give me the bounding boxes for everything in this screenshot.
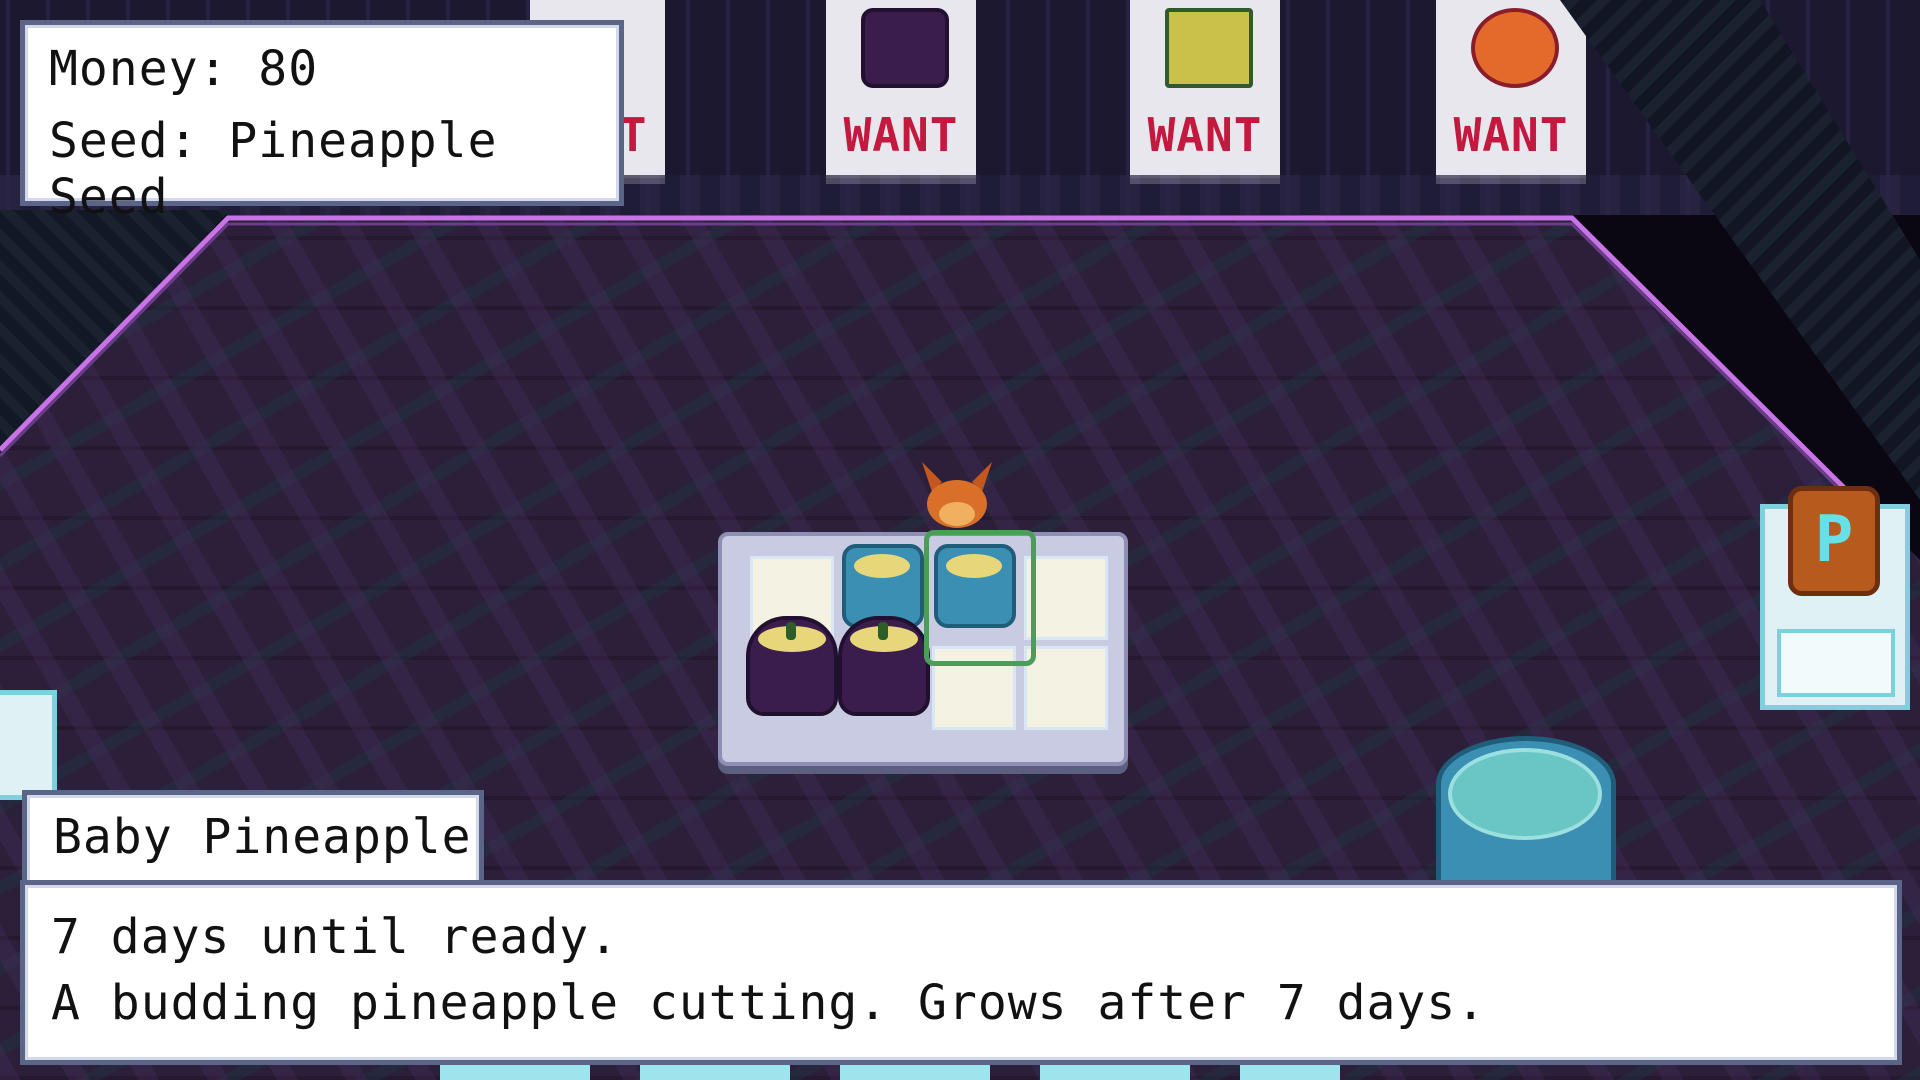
speaker-name: Baby Pineapple xyxy=(53,809,472,865)
dialog-box[interactable]: 7 days until ready. A budding pineapple … xyxy=(20,880,1902,1065)
stats-panel: Money: 80 Seed: Pineapple Seed xyxy=(20,20,624,225)
pepper-crop-icon xyxy=(1471,8,1559,88)
money-label: Money: 80 xyxy=(49,41,319,97)
tile-selection-cursor xyxy=(924,530,1036,666)
poster-eggplant: WANT xyxy=(826,0,976,184)
poster-pepper: WANT xyxy=(1436,0,1586,184)
eggplant-plant[interactable] xyxy=(746,616,838,716)
eggplant-crop-icon xyxy=(861,8,949,88)
planter-slot[interactable] xyxy=(1024,556,1108,640)
dialog-line-2: A budding pineapple cutting. Grows after… xyxy=(51,975,1487,1031)
speaker-nametag: Baby Pineapple xyxy=(22,790,484,883)
pineapple-seed-bag[interactable]: P xyxy=(1788,486,1880,596)
seed-bag-letter: P xyxy=(1814,503,1854,577)
planter-slot[interactable] xyxy=(1024,646,1108,730)
corn-crop-icon xyxy=(1165,8,1253,88)
poster-want-text: WANT xyxy=(843,108,959,162)
poster-want-text: WANT xyxy=(1453,108,1569,162)
left-shelf[interactable] xyxy=(0,690,57,800)
shelf-slot[interactable] xyxy=(1777,629,1895,697)
poster-corn: WANT xyxy=(1130,0,1280,184)
seed-label: Seed: Pineapple Seed xyxy=(49,113,498,225)
poster-want-text: WANT xyxy=(1147,108,1263,162)
planter-box[interactable] xyxy=(718,532,1128,766)
eggplant-plant[interactable] xyxy=(838,616,930,716)
game-scene: IT WANT WANT WANT xyxy=(0,0,1920,1080)
fox-player-character xyxy=(922,462,992,528)
water-surface xyxy=(1448,748,1602,840)
dialog-line-1: 7 days until ready. xyxy=(51,909,620,965)
